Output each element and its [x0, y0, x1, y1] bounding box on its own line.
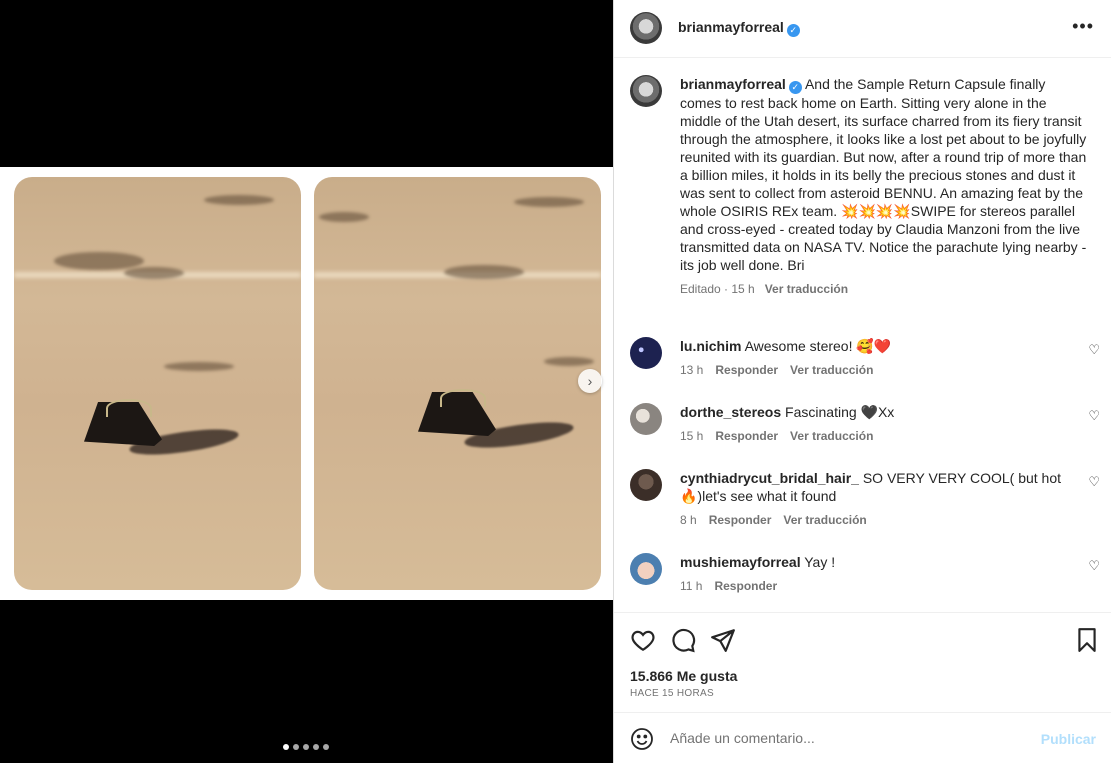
- likes-count[interactable]: 15.866 Me gusta: [630, 668, 737, 684]
- comment-time: 11 h: [680, 579, 703, 593]
- comment-item: mushiemayforreal Yay ! 11 h Responder ♡: [630, 553, 1100, 603]
- post-caption: brianmayforreal ✓ And the Sample Return C…: [680, 75, 1090, 298]
- avatar[interactable]: [630, 469, 662, 501]
- comment-text: Yay !: [804, 554, 836, 570]
- carousel-dot: [303, 744, 309, 750]
- heart-icon[interactable]: [630, 627, 656, 653]
- bookmark-icon[interactable]: [1074, 627, 1100, 653]
- comment-username[interactable]: cynthiadrycut_bridal_hair_: [680, 470, 859, 486]
- publish-button[interactable]: Publicar: [1041, 731, 1096, 747]
- carousel-dot: [323, 744, 329, 750]
- comment-bubble-icon[interactable]: [670, 627, 696, 653]
- author-username[interactable]: brianmayforreal: [678, 19, 784, 35]
- carousel-dot: [293, 744, 299, 750]
- comment-text: Awesome stereo! 🥰❤️: [744, 338, 892, 354]
- translate-link[interactable]: Ver traducción: [783, 513, 866, 527]
- post-timestamp: HACE 15 HORAS: [630, 688, 714, 699]
- stereo-image-left: [14, 177, 301, 590]
- caption-username[interactable]: brianmayforreal: [680, 76, 786, 92]
- comment-time: 15 h: [680, 429, 704, 443]
- carousel-dot: [283, 744, 289, 750]
- post-header: brianmayforreal ✓ •••: [614, 0, 1111, 58]
- chevron-right-icon[interactable]: ›: [578, 369, 602, 393]
- verified-badge-icon: ✓: [786, 24, 800, 37]
- reply-button[interactable]: Responder: [714, 579, 777, 593]
- stereo-image-pair: [0, 167, 613, 600]
- comment-username[interactable]: dorthe_stereos: [680, 404, 781, 420]
- reply-button[interactable]: Responder: [715, 363, 778, 377]
- emoji-smiley-icon[interactable]: [630, 727, 654, 751]
- translate-link[interactable]: Ver traducción: [790, 429, 873, 443]
- post-media[interactable]: ›: [0, 0, 613, 763]
- reply-button[interactable]: Responder: [709, 513, 772, 527]
- paper-plane-icon[interactable]: [710, 627, 736, 653]
- heart-icon[interactable]: ♡: [1088, 474, 1100, 490]
- more-options-icon[interactable]: •••: [1072, 17, 1094, 35]
- stereo-image-right: [314, 177, 601, 590]
- avatar[interactable]: [630, 75, 662, 107]
- post-side-panel: brianmayforreal ✓ ••• brianmayforreal ✓ An…: [613, 0, 1111, 763]
- comment-username[interactable]: mushiemayforreal: [680, 554, 801, 570]
- heart-icon[interactable]: ♡: [1088, 342, 1100, 358]
- comment-item: cynthiadrycut_bridal_hair_ SO VERY VERY …: [630, 469, 1100, 535]
- translate-link[interactable]: Ver traducción: [765, 282, 848, 296]
- avatar[interactable]: [630, 553, 662, 585]
- avatar[interactable]: [630, 403, 662, 435]
- caption-edited-time: Editado · 15 h: [680, 282, 755, 296]
- caption-text: And the Sample Return Capsule finally co…: [680, 76, 1087, 273]
- heart-icon[interactable]: ♡: [1088, 558, 1100, 574]
- comment-input[interactable]: [670, 726, 1030, 750]
- comment-text: Fascinating 🖤Xx: [785, 404, 895, 420]
- avatar[interactable]: [630, 337, 662, 369]
- verified-badge-icon: ✓: [788, 81, 802, 94]
- reply-button[interactable]: Responder: [715, 429, 778, 443]
- carousel-indicator: [283, 744, 329, 750]
- post-actions: 15.866 Me gusta HACE 15 HORAS: [614, 612, 1111, 712]
- comment-time: 8 h: [680, 513, 697, 527]
- translate-link[interactable]: Ver traducción: [790, 363, 873, 377]
- comment-item: dorthe_stereos Fascinating 🖤Xx 15 h Respo…: [630, 403, 1100, 453]
- comment-item: lu.nichim Awesome stereo! 🥰❤️ 13 h Respon…: [630, 337, 1100, 387]
- carousel-dot: [313, 744, 319, 750]
- heart-icon[interactable]: ♡: [1088, 408, 1100, 424]
- avatar[interactable]: [630, 12, 662, 44]
- comment-time: 13 h: [680, 363, 704, 377]
- comment-username[interactable]: lu.nichim: [680, 338, 741, 354]
- comment-composer: Publicar: [614, 712, 1111, 763]
